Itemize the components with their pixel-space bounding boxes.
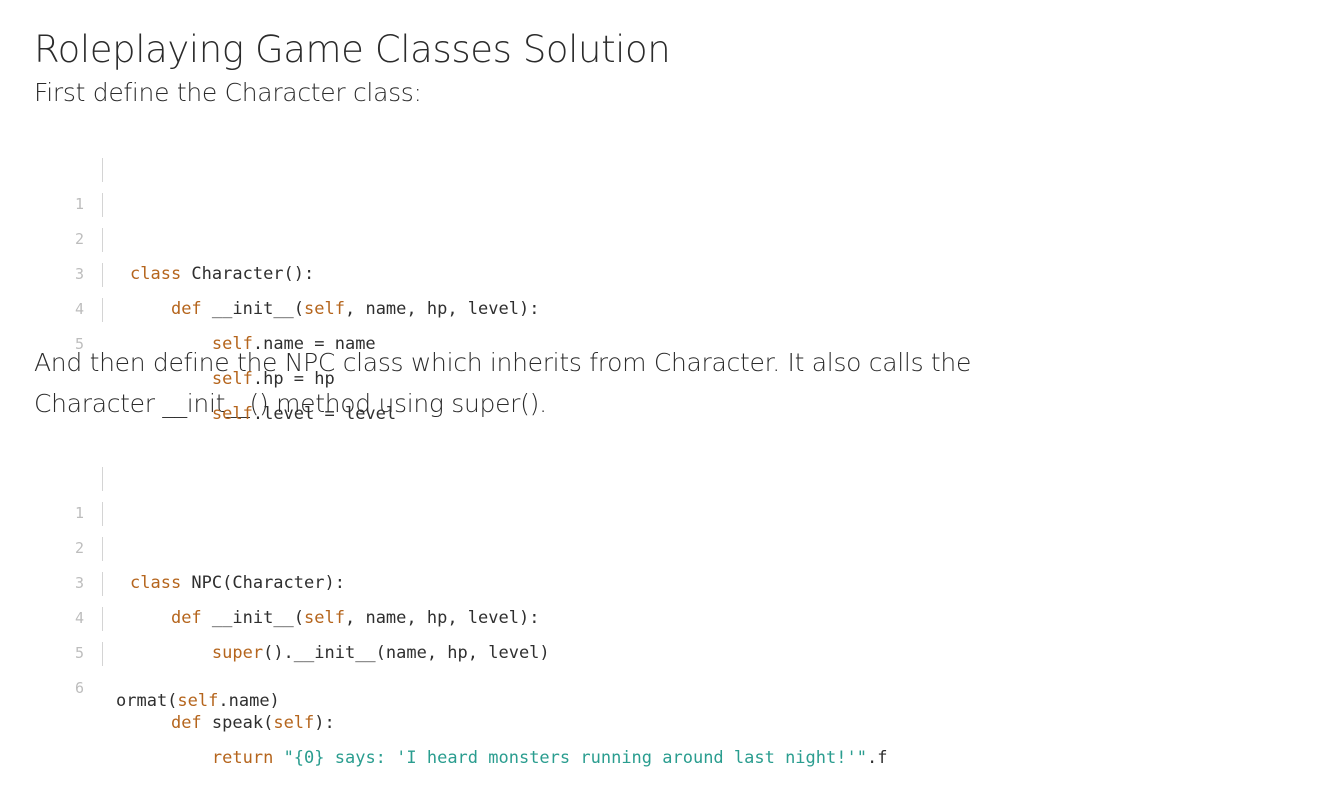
keyword: self xyxy=(211,404,253,424)
keyword: self xyxy=(273,713,315,733)
code-line-wrap: ormat(self.name) xyxy=(34,665,1284,711)
page-title: Roleplaying Game Classes Solution xyxy=(34,28,671,71)
code-text: ormat(self.name) xyxy=(116,689,280,713)
code-line: 4 xyxy=(34,566,1284,627)
gutter-divider xyxy=(102,502,103,526)
gutter-divider xyxy=(102,263,103,287)
keyword: self xyxy=(211,369,253,389)
gutter-divider xyxy=(102,642,103,666)
code-token: .level = level xyxy=(252,404,397,424)
code-block-character: 1 class Character(): 2 def __init__(self… xyxy=(34,152,1284,424)
code-line: 3 super().__init__(name, hp, level) xyxy=(34,531,1284,663)
keyword: self xyxy=(211,334,253,354)
code-line: 1 class NPC(Character): xyxy=(34,461,1284,593)
line-number: 5 xyxy=(74,335,84,353)
code-token: .f xyxy=(866,748,888,768)
code-text: self.level = level xyxy=(130,397,396,432)
code-line: 1 class Character(): xyxy=(34,152,1284,284)
code-token: speak( xyxy=(201,713,274,733)
code-token: ormat( xyxy=(116,691,178,711)
code-token: .hp = hp xyxy=(252,369,335,389)
code-token: .name = name xyxy=(252,334,376,354)
code-text: self.hp = hp xyxy=(130,362,335,397)
code-line: 5 self.level = level xyxy=(34,292,1284,424)
gutter-divider xyxy=(102,298,103,322)
code-line: 4 self.hp = hp xyxy=(34,257,1284,389)
keyword: def xyxy=(170,713,202,733)
code-block-npc: 1 class NPC(Character): 2 def __init__(s… xyxy=(34,461,1284,768)
gutter-divider xyxy=(102,158,103,182)
code-text: self.name = name xyxy=(130,327,376,362)
intro-paragraph: First define the Character class: xyxy=(34,78,422,107)
gutter-divider xyxy=(102,607,103,631)
keyword: return xyxy=(211,748,274,768)
gutter-divider xyxy=(102,193,103,217)
gutter-divider xyxy=(102,572,103,596)
code-token: .name) xyxy=(218,691,280,711)
gutter-divider xyxy=(102,228,103,252)
code-text: return "{0} says: 'I heard monsters runn… xyxy=(130,741,888,776)
keyword: self xyxy=(177,691,219,711)
gutter-divider xyxy=(102,537,103,561)
gutter-divider xyxy=(102,467,103,491)
code-line: 3 self.name = name xyxy=(34,222,1284,354)
code-line: 2 def __init__(self, name, hp, level): xyxy=(34,496,1284,628)
code-line: 2 def __init__(self, name, hp, level): xyxy=(34,187,1284,319)
code-line: 5 def speak(self): xyxy=(34,601,1284,733)
code-token: ): xyxy=(314,713,335,733)
string-literal: "{0} says: 'I heard monsters running aro… xyxy=(283,748,867,768)
document-page: Roleplaying Game Classes Solution First … xyxy=(34,0,1284,768)
